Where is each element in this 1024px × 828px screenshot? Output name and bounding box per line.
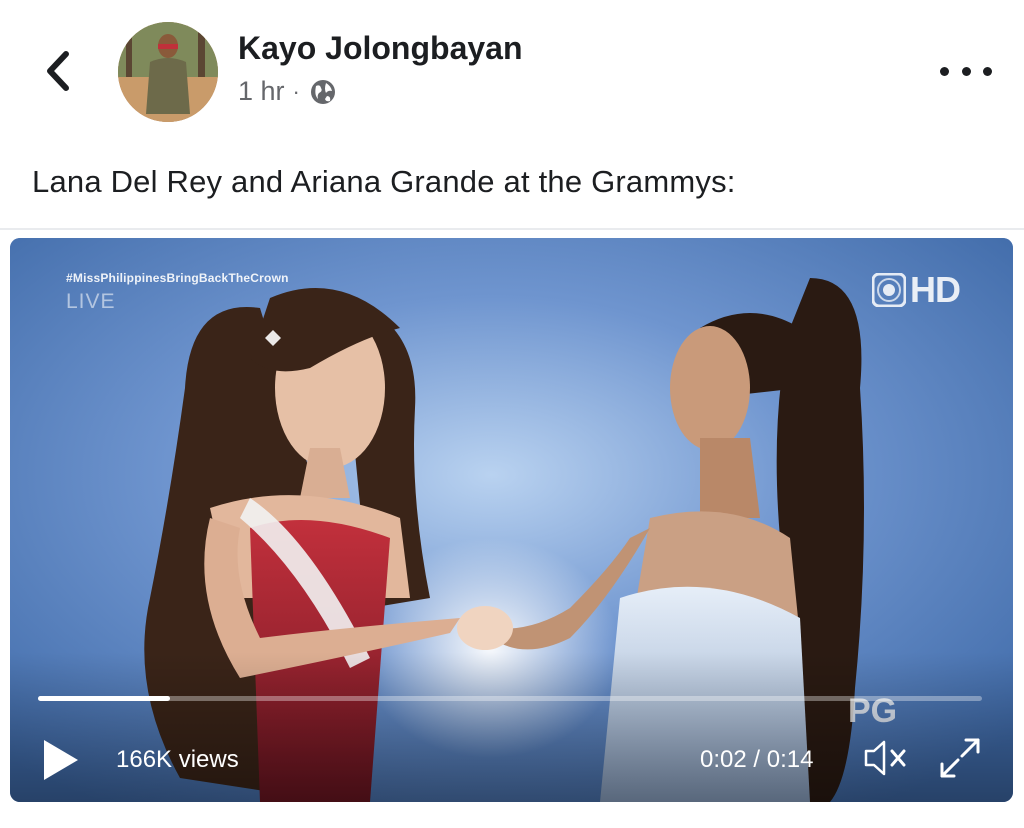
back-button[interactable] xyxy=(36,46,80,96)
video-player[interactable]: #MissPhilippinesBringBackTheCrown LIVE H… xyxy=(10,238,1013,802)
hashtag-overlay: #MissPhilippinesBringBackTheCrown xyxy=(66,271,289,285)
progress-fill xyxy=(38,696,171,701)
play-button[interactable] xyxy=(40,738,80,782)
mute-button[interactable] xyxy=(862,738,914,778)
post-timestamp[interactable]: 1 hr xyxy=(238,76,285,107)
avatar-image xyxy=(118,22,218,122)
meta-separator: · xyxy=(292,78,300,104)
more-dot-icon xyxy=(961,66,971,76)
time-display: 0:02 / 0:14 xyxy=(700,746,814,773)
play-icon xyxy=(44,740,78,780)
more-dot-icon xyxy=(983,66,992,76)
broadcast-logo-icon xyxy=(872,273,906,307)
view-count: 166K views xyxy=(116,746,239,773)
more-options-button[interactable] xyxy=(940,58,992,84)
more-dot-icon xyxy=(940,66,949,76)
fullscreen-button[interactable] xyxy=(938,736,982,780)
controls-shade xyxy=(10,652,1013,802)
post-text: Lana Del Rey and Ariana Grande at the Gr… xyxy=(32,164,736,199)
hd-badge: HD xyxy=(910,269,961,310)
channel-logo: HD xyxy=(872,269,961,310)
chevron-left-icon xyxy=(47,51,69,91)
author-name[interactable]: Kayo Jolongbayan xyxy=(238,30,523,67)
fullscreen-icon xyxy=(940,738,980,778)
post-meta: 1 hr · xyxy=(238,76,338,107)
speaker-muted-icon xyxy=(864,740,906,776)
globe-icon xyxy=(310,79,335,104)
divider xyxy=(0,228,1024,230)
avatar[interactable] xyxy=(118,22,218,122)
live-overlay: LIVE xyxy=(66,290,116,313)
progress-bar[interactable] xyxy=(38,696,982,701)
